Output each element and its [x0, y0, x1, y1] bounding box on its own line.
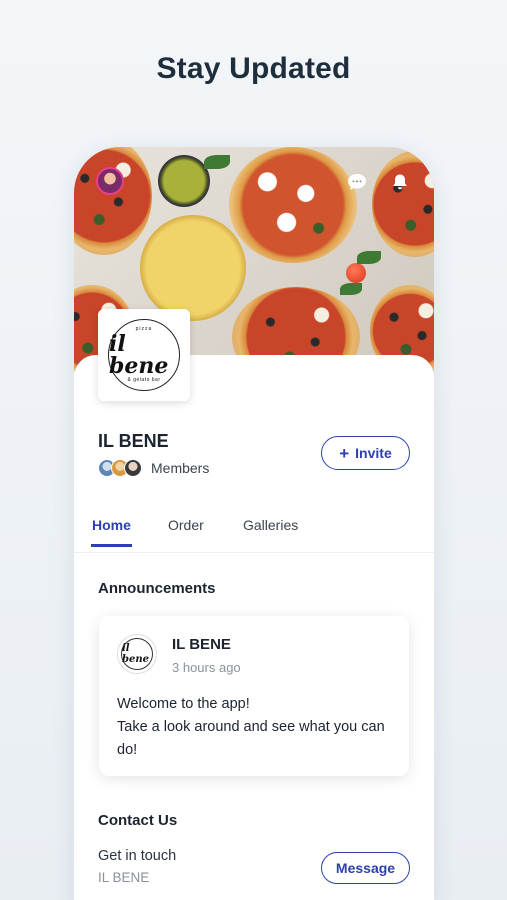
tab-bar: Home Order Galleries: [74, 507, 434, 553]
plus-icon: +: [339, 443, 350, 463]
post-body-line: Welcome to the app!: [117, 696, 250, 712]
member-avatar: [124, 459, 142, 477]
announcement-post[interactable]: il bene IL BENE 3 hours ago Welcome to t…: [99, 616, 409, 776]
page-headline: Stay Updated: [156, 52, 351, 85]
contact-business-name: IL BENE: [98, 870, 150, 885]
announcements-heading: Announcements: [98, 580, 216, 597]
phone-screen: pizza il bene & gelato bar IL BENE Membe…: [74, 147, 434, 900]
contact-heading: Contact Us: [98, 812, 178, 829]
chat-bubble-icon[interactable]: [344, 169, 370, 195]
contact-subtitle: Get in touch: [98, 848, 177, 864]
message-button[interactable]: Message: [321, 852, 410, 884]
post-logo-wordmark: il bene: [121, 638, 153, 670]
business-logo: pizza il bene & gelato bar: [98, 309, 190, 401]
invite-label: Invite: [355, 445, 392, 461]
post-author-avatar: il bene: [117, 634, 157, 674]
profile-avatar[interactable]: [96, 167, 124, 195]
post-timestamp: 3 hours ago: [172, 660, 241, 675]
bell-icon[interactable]: [387, 169, 413, 195]
members-label: Members: [151, 460, 210, 476]
post-body-line: Take a look around and see what you can …: [117, 719, 385, 758]
home-feed: Announcements il bene IL BENE 3 hours ag…: [74, 554, 434, 900]
invite-button[interactable]: + Invite: [321, 436, 410, 470]
tab-order[interactable]: Order: [168, 517, 204, 547]
logo-bottom-text: & gelato bar: [127, 377, 161, 383]
post-author-name: IL BENE: [172, 636, 231, 653]
tab-home[interactable]: Home: [91, 517, 132, 547]
members-link[interactable]: Members: [98, 459, 209, 477]
post-body: Welcome to the app! Take a look around a…: [117, 693, 402, 762]
logo-top-text: pizza: [135, 326, 153, 332]
tab-galleries[interactable]: Galleries: [243, 517, 298, 547]
business-name: IL BENE: [98, 431, 169, 451]
logo-wordmark: il bene: [109, 331, 169, 379]
